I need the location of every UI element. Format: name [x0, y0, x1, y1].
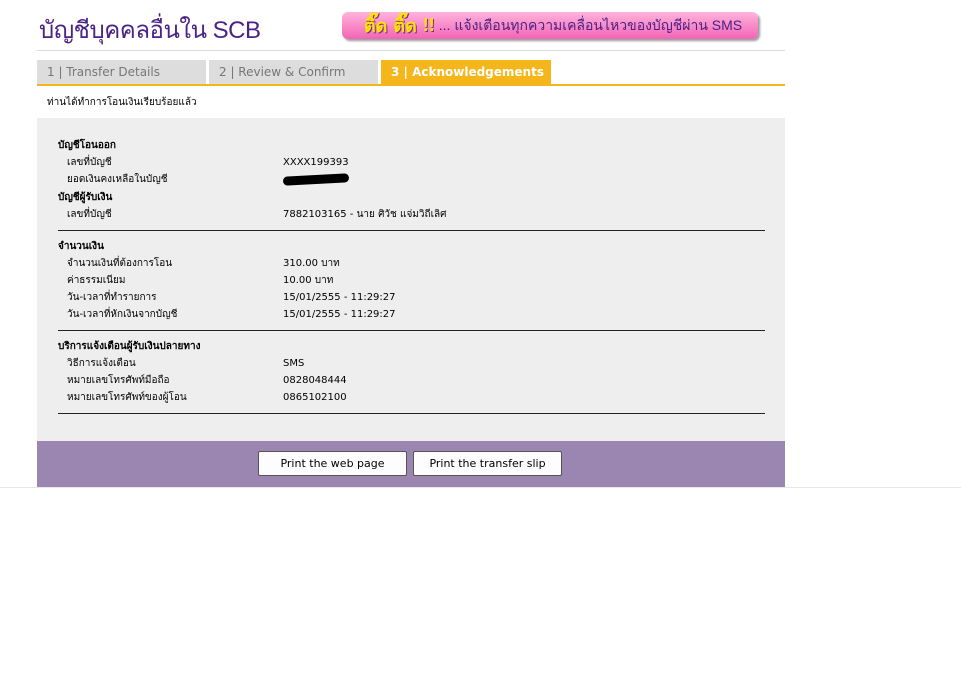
section-from-account: บัญชีโอนออก เลขที่บัญชี XXXX199393 ยอดเง… — [58, 138, 765, 188]
transfer-amount: 310.00 บาท — [283, 258, 340, 269]
section-title: บริการแจ้งเตือนผู้รับเงินปลายทาง — [58, 341, 201, 352]
print-slip-button[interactable]: Print the transfer slip — [413, 451, 562, 476]
banner-hot-2: ติ๊ด — [393, 16, 417, 36]
debit-datetime: 15/01/2555 - 11:29:27 — [283, 309, 396, 320]
section-amount: จำนวนเงิน จำนวนเงินที่ต้องการโอน 310.00 … — [58, 239, 765, 323]
page-divider — [0, 487, 961, 488]
detail-label: หมายเลขโทรศัพท์ของผู้โอน — [67, 392, 187, 403]
section-divider — [58, 413, 765, 414]
transfer-page: บัญชีบุคคลอื่นใน SCB ติ๊ด ติ๊ด !! ... แจ… — [37, 0, 785, 487]
detail-label: หมายเลขโทรศัพท์มือถือ — [67, 375, 170, 386]
from-account-number: XXXX199393 — [283, 157, 349, 168]
section-notification: บริการแจ้งเตือนผู้รับเงินปลายทาง วิธีการ… — [58, 339, 765, 406]
detail-label: ยอดเงินคงเหลือในบัญชี — [67, 174, 168, 185]
notify-method: SMS — [283, 358, 305, 369]
detail-label: วิธีการแจ้งเตือน — [67, 358, 136, 369]
detail-label: จำนวนเงินที่ต้องการโอน — [67, 258, 173, 269]
fee-amount: 10.00 บาท — [283, 275, 334, 286]
detail-row: ยอดเงินคงเหลือในบัญชี — [58, 171, 765, 188]
detail-row: เลขที่บัญชี 7882103165 - นาย ศิวัช แจ่มว… — [58, 206, 765, 223]
page-header: บัญชีบุคคลอื่นใน SCB ติ๊ด ติ๊ด !! ... แจ… — [37, 0, 785, 51]
detail-row: หมายเลขโทรศัพท์ของผู้โอน 0865102100 — [58, 389, 765, 406]
tab-transfer-details: 1 | Transfer Details — [37, 60, 206, 84]
step-tabs: 1 | Transfer Details 2 | Review & Confir… — [37, 60, 785, 86]
detail-label: เลขที่บัญชี — [67, 209, 112, 220]
banner-text: ... แจ้งเตือนทุกความเคลื่อนไหวของบัญชีผ่… — [438, 16, 743, 33]
redaction-mark — [282, 172, 350, 186]
action-bar: Print the web page Print the transfer sl… — [37, 441, 785, 487]
page-title: บัญชีบุคคลอื่นใน SCB — [39, 17, 261, 44]
section-to-account: บัญชีผู้รับเงิน เลขที่บัญชี 7882103165 -… — [58, 190, 765, 223]
balance-redacted — [282, 171, 350, 188]
detail-label: วัน-เวลาที่ทำรายการ — [67, 292, 157, 303]
sender-mobile: 0865102100 — [283, 392, 347, 403]
detail-label: วัน-เวลาที่หักเงินจากบัญชี — [67, 309, 178, 320]
recipient-mobile: 0828048444 — [283, 375, 347, 386]
section-title: บัญชีผู้รับเงิน — [58, 192, 113, 203]
transaction-datetime: 15/01/2555 - 11:29:27 — [283, 292, 396, 303]
detail-row: วิธีการแจ้งเตือน SMS — [58, 355, 765, 372]
detail-row: จำนวนเงินที่ต้องการโอน 310.00 บาท — [58, 255, 765, 272]
banner-bang: !! — [422, 15, 435, 35]
sms-promo-banner[interactable]: ติ๊ด ติ๊ด !! ... แจ้งเตือนทุกความเคลื่อน… — [342, 12, 758, 39]
tab-review-confirm: 2 | Review & Confirm — [209, 60, 378, 84]
detail-row: ค่าธรรมเนียม 10.00 บาท — [58, 272, 765, 289]
detail-row: เลขที่บัญชี XXXX199393 — [58, 154, 765, 171]
detail-label: เลขที่บัญชี — [67, 157, 112, 168]
detail-row: วัน-เวลาที่หักเงินจากบัญชี 15/01/2555 - … — [58, 306, 765, 323]
section-title: จำนวนเงิน — [58, 241, 104, 252]
detail-label: ค่าธรรมเนียม — [67, 275, 126, 286]
section-divider — [58, 230, 765, 231]
success-message: ท่านได้ทำการโอนเงินเรียบร้อยแล้ว — [47, 97, 197, 108]
section-title: บัญชีโอนออก — [58, 140, 116, 151]
details-panel: บัญชีโอนออก เลขที่บัญชี XXXX199393 ยอดเง… — [37, 118, 785, 441]
detail-row: หมายเลขโทรศัพท์มือถือ 0828048444 — [58, 372, 765, 389]
detail-row: วัน-เวลาที่ทำรายการ 15/01/2555 - 11:29:2… — [58, 289, 765, 306]
tab-acknowledgements: 3 | Acknowledgements — [381, 60, 551, 84]
to-account-number: 7882103165 - นาย ศิวัช แจ่มวิถีเลิศ — [283, 209, 447, 220]
section-divider — [58, 330, 765, 331]
banner-hot-1: ติ๊ด — [364, 16, 388, 36]
print-page-button[interactable]: Print the web page — [258, 451, 407, 476]
